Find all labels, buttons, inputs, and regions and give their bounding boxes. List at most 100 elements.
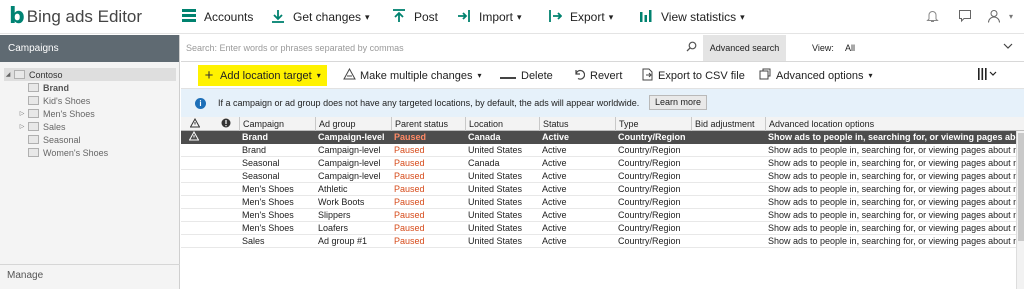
user-icon[interactable] (986, 9, 1002, 25)
cell-parent-status[interactable]: Paused (391, 222, 465, 234)
tree-item[interactable]: ◢ Contoso (4, 68, 176, 81)
cell-bid-adjustment[interactable] (691, 144, 765, 156)
cell-bid-adjustment[interactable] (691, 209, 765, 221)
cell-advanced-location-options[interactable]: Show ads to people in, searching for, or… (765, 157, 1017, 169)
learn-more-button[interactable]: Learn more (649, 95, 708, 110)
tree-item[interactable]: ▷ Sales (18, 120, 176, 133)
cell-bid-adjustment[interactable] (691, 131, 765, 143)
cell-status[interactable]: Active (539, 144, 615, 156)
scrollbar-thumb[interactable] (1018, 133, 1024, 241)
warning-column-icon[interactable] (189, 117, 201, 130)
cell-ad-group[interactable]: Slippers (315, 209, 391, 221)
cell-type[interactable]: Country/Region (615, 196, 691, 208)
cell-ad-group[interactable]: Loafers (315, 222, 391, 234)
cell-ad-group[interactable]: Ad group #1 (315, 235, 391, 247)
cell-ad-group[interactable]: Campaign-level (315, 157, 391, 169)
cell-type[interactable]: Country/Region (615, 222, 691, 234)
manage-section[interactable]: Manage (0, 264, 180, 289)
expand-toggle-icon[interactable]: ▷ (18, 110, 26, 117)
cell-parent-status[interactable]: Paused (391, 209, 465, 221)
error-column-icon[interactable] (221, 118, 231, 130)
export-button[interactable]: Export ▾ (547, 7, 613, 27)
get-changes-button[interactable]: Get changes ▾ (270, 7, 370, 27)
cell-advanced-location-options[interactable]: Show ads to people in, searching for, or… (765, 196, 1017, 208)
cell-campaign[interactable]: Seasonal (239, 157, 315, 169)
cell-bid-adjustment[interactable] (691, 222, 765, 234)
cell-status[interactable]: Active (539, 235, 615, 247)
cell-type[interactable]: Country/Region (615, 170, 691, 182)
vertical-scrollbar[interactable] (1016, 131, 1024, 289)
cell-location[interactable]: Canada (465, 131, 539, 143)
cell-bid-adjustment[interactable] (691, 170, 765, 182)
column-header-advanced-location-options[interactable]: Advanced location options (765, 117, 1017, 131)
cell-status[interactable]: Active (539, 209, 615, 221)
cell-status[interactable]: Active (539, 183, 615, 195)
cell-location[interactable]: United States (465, 170, 539, 182)
cell-advanced-location-options[interactable]: Show ads to people in, searching for, or… (765, 144, 1017, 156)
cell-advanced-location-options[interactable]: Show ads to people in, searching for, or… (765, 209, 1017, 221)
import-button[interactable]: Import ▾ (456, 7, 522, 27)
cell-campaign[interactable]: Men's Shoes (239, 222, 315, 234)
cell-type[interactable]: Country/Region (615, 209, 691, 221)
cell-ad-group[interactable]: Work Boots (315, 196, 391, 208)
cell-ad-group[interactable]: Campaign-level (315, 170, 391, 182)
cell-ad-group[interactable]: Campaign-level (315, 144, 391, 156)
cell-status[interactable]: Active (539, 170, 615, 182)
cell-campaign[interactable]: Men's Shoes (239, 183, 315, 195)
cell-status[interactable]: Active (539, 131, 615, 143)
cell-type[interactable]: Country/Region (615, 144, 691, 156)
column-header-location[interactable]: Location (465, 117, 539, 131)
revert-button[interactable]: Revert (572, 65, 622, 86)
cell-parent-status[interactable]: Paused (391, 196, 465, 208)
cell-ad-group[interactable]: Campaign-level (315, 131, 391, 143)
cell-location[interactable]: Canada (465, 157, 539, 169)
cell-status[interactable]: Active (539, 196, 615, 208)
view-statistics-button[interactable]: View statistics ▾ (638, 7, 745, 27)
cell-parent-status[interactable]: Paused (391, 157, 465, 169)
delete-button[interactable]: Delete (499, 65, 553, 86)
cell-type[interactable]: Country/Region (615, 157, 691, 169)
cell-parent-status[interactable]: Paused (391, 131, 465, 143)
table-row[interactable]: Brand Campaign-level Paused United States Ac… (181, 144, 1024, 157)
feedback-icon[interactable] (957, 9, 973, 25)
tree-item[interactable]: ▷ Men's Shoes (18, 107, 176, 120)
search-input[interactable] (181, 39, 701, 57)
cell-bid-adjustment[interactable] (691, 235, 765, 247)
cell-bid-adjustment[interactable] (691, 196, 765, 208)
cell-status[interactable]: Active (539, 157, 615, 169)
table-row[interactable]: Seasonal Campaign-level Paused United State… (181, 170, 1024, 183)
export-csv-button[interactable]: Export to CSV file (640, 65, 745, 86)
cell-campaign[interactable]: Brand (239, 144, 315, 156)
cell-advanced-location-options[interactable]: Show ads to people in, searching for, or… (765, 170, 1017, 182)
add-location-target-button[interactable]: + Add location target ▾ (198, 65, 327, 86)
table-row[interactable]: Men's Shoes Work Boots Paused United States… (181, 196, 1024, 209)
tree-item[interactable]: Kid's Shoes (18, 94, 176, 107)
column-header-bid-adjustment[interactable]: Bid adjustment (691, 117, 765, 131)
cell-location[interactable]: United States (465, 144, 539, 156)
search-icon[interactable] (684, 41, 698, 55)
cell-type[interactable]: Country/Region (615, 235, 691, 247)
cell-campaign[interactable]: Men's Shoes (239, 209, 315, 221)
cell-parent-status[interactable]: Paused (391, 235, 465, 247)
expand-toggle-icon[interactable]: ▷ (18, 123, 26, 130)
cell-location[interactable]: United States (465, 222, 539, 234)
column-header-parent-status[interactable]: Parent status (391, 117, 465, 131)
tree-item[interactable]: Brand (18, 81, 176, 94)
cell-campaign[interactable]: Brand (239, 131, 315, 143)
cell-location[interactable]: United States (465, 235, 539, 247)
chevron-down-icon[interactable]: ▾ (1003, 9, 1019, 25)
bell-icon[interactable] (924, 9, 940, 25)
cell-campaign[interactable]: Seasonal (239, 170, 315, 182)
cell-location[interactable]: United States (465, 209, 539, 221)
tree-item[interactable]: Women's Shoes (18, 146, 176, 159)
make-multiple-changes-button[interactable]: Make multiple changes ▾ (342, 65, 482, 86)
table-row[interactable]: Sales Ad group #1 Paused United States Activ… (181, 235, 1024, 248)
cell-type[interactable]: Country/Region (615, 183, 691, 195)
accounts-button[interactable]: Accounts (181, 7, 253, 27)
cell-type[interactable]: Country/Region (615, 131, 691, 143)
column-header-campaign[interactable]: Campaign (239, 117, 315, 131)
cell-campaign[interactable]: Sales (239, 235, 315, 247)
post-button[interactable]: Post (391, 7, 438, 27)
table-row[interactable]: Men's Shoes Athletic Paused United States Ac… (181, 183, 1024, 196)
advanced-options-button[interactable]: Advanced options ▾ (758, 65, 872, 86)
